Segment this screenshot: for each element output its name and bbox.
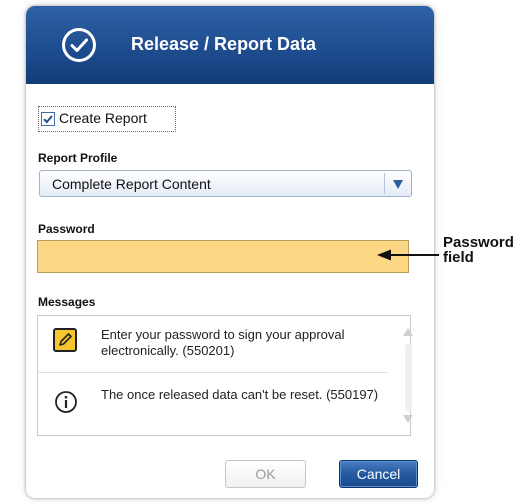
message-item: Enter your password to sign your approva…: [38, 316, 388, 373]
report-profile-value: Complete Report Content: [52, 176, 211, 192]
message-item: The once released data can't be reset. (…: [38, 373, 388, 433]
create-report-label: Create Report: [59, 110, 147, 126]
annotation-arrow: [377, 249, 439, 261]
checkbox-box[interactable]: [41, 112, 55, 126]
cancel-button[interactable]: Cancel: [339, 460, 418, 488]
report-profile-select[interactable]: Complete Report Content: [39, 170, 412, 197]
dialog-title: Release / Report Data: [131, 34, 317, 54]
checkmark-icon: [43, 115, 53, 124]
chevron-down-icon[interactable]: [393, 180, 403, 189]
annotation-callout: Password field: [443, 235, 514, 265]
scroll-down-icon[interactable]: [403, 415, 413, 423]
scrollbar[interactable]: [405, 344, 412, 412]
info-icon: [55, 391, 77, 413]
dialog-title-bar: Release / Report Data: [26, 6, 434, 84]
password-field[interactable]: [37, 240, 409, 273]
create-report-checkbox[interactable]: Create Report: [38, 106, 176, 132]
message-text: Enter your password to sign your approva…: [101, 327, 345, 358]
report-profile-label: Report Profile: [38, 151, 118, 165]
release-report-dialog: Release / Report Data Create Report Repo…: [26, 6, 434, 498]
edit-pencil-icon: [53, 328, 77, 352]
message-text: The once released data can't be reset. (…: [101, 387, 379, 402]
select-divider: [384, 173, 385, 194]
ok-button[interactable]: OK: [225, 460, 306, 488]
messages-label: Messages: [38, 295, 96, 309]
annotation-line2: field: [443, 249, 474, 266]
annotation-line1: Password: [443, 234, 514, 251]
messages-list: Enter your password to sign your approva…: [37, 315, 411, 436]
checkmark-circle-icon: [62, 28, 96, 62]
scroll-up-icon[interactable]: [403, 328, 413, 336]
password-label: Password: [38, 222, 95, 236]
